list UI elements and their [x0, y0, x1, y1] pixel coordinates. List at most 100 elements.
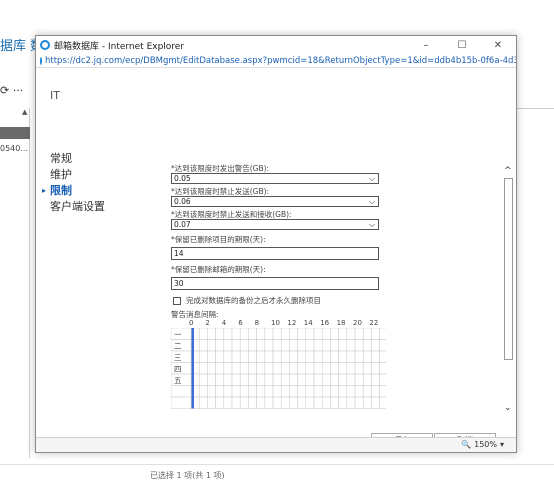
schedule-cell[interactable]: [198, 362, 208, 375]
schedule-cell[interactable]: [231, 328, 241, 340]
schedule-cell[interactable]: [338, 362, 348, 375]
schedule-cell[interactable]: [264, 373, 274, 386]
schedule-cell[interactable]: [321, 350, 331, 363]
warn-select[interactable]: 0.05 ⌵: [171, 173, 379, 184]
schedule-cell[interactable]: [215, 350, 225, 363]
schedule-cell[interactable]: [354, 362, 364, 375]
schedule-cell[interactable]: [362, 396, 372, 409]
schedule-cell[interactable]: [248, 396, 257, 409]
schedule-cell[interactable]: [297, 385, 307, 398]
schedule-cells[interactable]: 一二三四五: [171, 328, 386, 413]
schedule-cell[interactable]: [280, 339, 290, 352]
stop-send-select[interactable]: 0.06 ⌵: [171, 196, 379, 207]
keep-deleted-mailboxes-input[interactable]: 30: [171, 277, 379, 290]
schedule-cell[interactable]: [289, 362, 298, 375]
schedule-cell[interactable]: [321, 396, 331, 409]
schedule-cell[interactable]: [338, 396, 348, 409]
schedule-cell[interactable]: [362, 385, 372, 398]
schedule-cell[interactable]: [305, 385, 315, 398]
close-button[interactable]: ✕: [480, 40, 516, 51]
schedule-cell[interactable]: [215, 362, 225, 375]
schedule-cell[interactable]: [256, 396, 266, 409]
schedule-cell[interactable]: [280, 373, 290, 386]
schedule-cell[interactable]: [362, 373, 372, 386]
schedule-cell[interactable]: [289, 373, 298, 386]
schedule-cell[interactable]: [215, 328, 225, 340]
schedule-cell[interactable]: [362, 328, 372, 340]
schedule-cell[interactable]: [256, 373, 266, 386]
schedule-cell[interactable]: [223, 385, 233, 398]
nav-item-general[interactable]: 常规: [50, 151, 105, 167]
schedule-cell[interactable]: [272, 328, 282, 340]
schedule-cell[interactable]: [321, 328, 331, 340]
schedule-cell[interactable]: [330, 339, 339, 352]
schedule-cell[interactable]: [346, 350, 356, 363]
schedule-cell[interactable]: [330, 328, 339, 340]
schedule-cell[interactable]: [313, 350, 323, 363]
background-toolbar[interactable]: ⟳ ···: [0, 84, 23, 97]
maximize-button[interactable]: ☐: [444, 40, 480, 51]
schedule-cell[interactable]: [248, 350, 257, 363]
schedule-cell[interactable]: [248, 328, 257, 340]
schedule-cell[interactable]: [239, 328, 249, 340]
schedule-cell[interactable]: [272, 396, 282, 409]
schedule-cell[interactable]: [305, 339, 315, 352]
schedule-cell[interactable]: [272, 362, 282, 375]
schedule-cell[interactable]: [256, 328, 266, 340]
schedule-cell[interactable]: [313, 339, 323, 352]
schedule-cell[interactable]: [198, 373, 208, 386]
vertical-scrollbar[interactable]: ^ ⌄: [502, 166, 514, 416]
schedule-cell[interactable]: [207, 362, 216, 375]
background-row-text[interactable]: 0540...: [0, 144, 28, 153]
schedule-cell[interactable]: [289, 396, 298, 409]
schedule-cell[interactable]: [305, 396, 315, 409]
schedule-cell[interactable]: [223, 396, 233, 409]
schedule-cell[interactable]: [231, 339, 241, 352]
schedule-cell[interactable]: [248, 339, 257, 352]
schedule-cell[interactable]: [223, 350, 233, 363]
schedule-cell[interactable]: [313, 362, 323, 375]
schedule-cell[interactable]: [321, 385, 331, 398]
schedule-cell[interactable]: [223, 362, 233, 375]
schedule-cell[interactable]: [354, 350, 364, 363]
schedule-cell[interactable]: [371, 385, 380, 398]
schedule-cell[interactable]: [371, 373, 380, 386]
schedule-cell[interactable]: [223, 339, 233, 352]
schedule-cell[interactable]: [215, 385, 225, 398]
schedule-cell[interactable]: [313, 328, 323, 340]
schedule-cell[interactable]: [231, 396, 241, 409]
schedule-cell[interactable]: [239, 396, 249, 409]
schedule-cell[interactable]: [313, 373, 323, 386]
keep-deleted-items-input[interactable]: 14: [171, 247, 379, 260]
schedule-cell[interactable]: [198, 396, 208, 409]
schedule-cell[interactable]: [207, 385, 216, 398]
schedule-cell[interactable]: [330, 396, 339, 409]
schedule-cell[interactable]: [231, 373, 241, 386]
schedule-cell[interactable]: [289, 385, 298, 398]
schedule-cell[interactable]: [256, 362, 266, 375]
schedule-cell[interactable]: [207, 350, 216, 363]
schedule-cell[interactable]: [321, 339, 331, 352]
schedule-cell[interactable]: [338, 339, 348, 352]
schedule-cell[interactable]: [280, 385, 290, 398]
schedule-cell[interactable]: [330, 362, 339, 375]
schedule-cell[interactable]: [239, 350, 249, 363]
schedule-cell[interactable]: [362, 362, 372, 375]
schedule-cell[interactable]: [239, 385, 249, 398]
schedule-cell[interactable]: [305, 362, 315, 375]
schedule-cell[interactable]: [231, 362, 241, 375]
schedule-cell[interactable]: [346, 339, 356, 352]
schedule-cell[interactable]: [379, 396, 386, 409]
schedule-cell[interactable]: [264, 339, 274, 352]
schedule-cell[interactable]: [346, 373, 356, 386]
minimize-button[interactable]: –: [408, 40, 444, 51]
schedule-cell[interactable]: [239, 373, 249, 386]
scroll-up-icon[interactable]: ▲: [22, 108, 27, 116]
schedule-cell[interactable]: [354, 339, 364, 352]
schedule-cell[interactable]: [297, 373, 307, 386]
schedule-cell[interactable]: [223, 328, 233, 340]
nav-item-client-settings[interactable]: 客户端设置: [50, 199, 105, 215]
schedule-cell[interactable]: [338, 385, 348, 398]
nav-item-maintenance[interactable]: 维护: [50, 167, 105, 183]
schedule-cell[interactable]: [231, 350, 241, 363]
